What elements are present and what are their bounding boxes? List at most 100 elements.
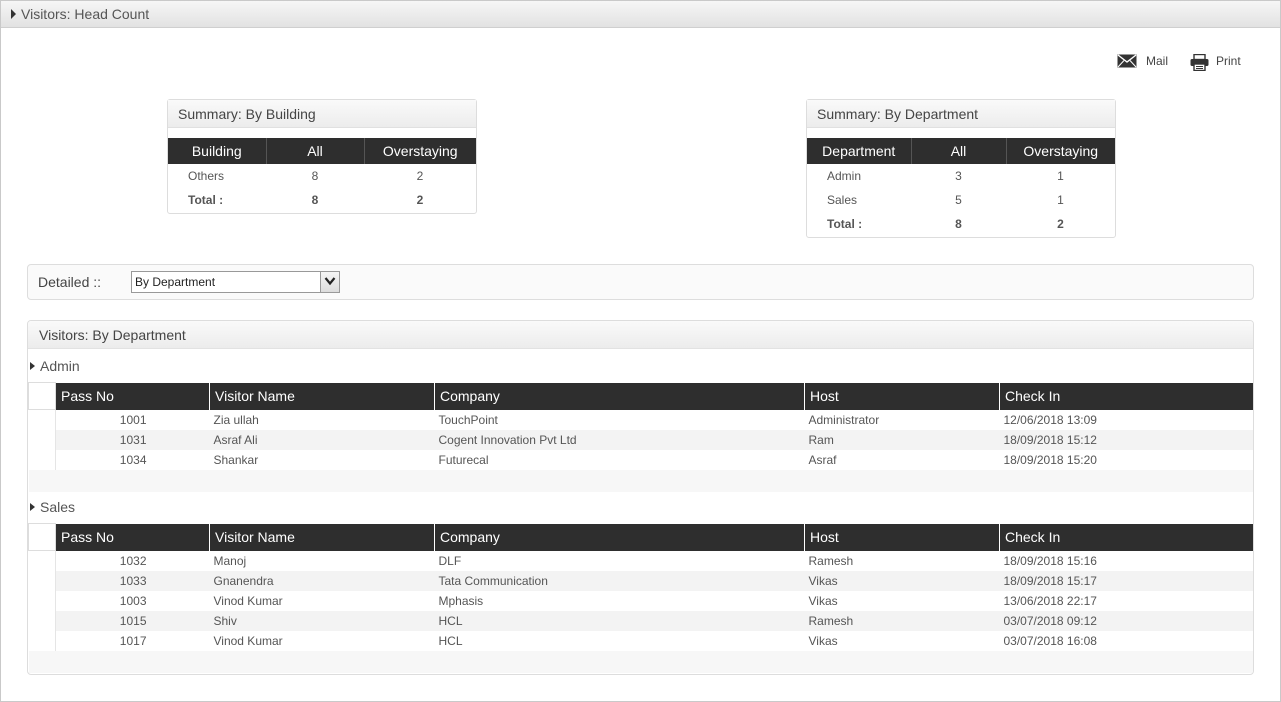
window-title: Visitors: Head Count (21, 6, 150, 22)
column-header[interactable]: Check In (999, 523, 1253, 551)
mail-label: Mail (1146, 54, 1169, 68)
row-selector[interactable] (28, 570, 56, 591)
host: Administrator (808, 412, 880, 427)
column-header[interactable]: Building (168, 138, 267, 164)
visitor-name: Asraf Ali (209, 429, 435, 450)
visitor-name: Shankar (213, 452, 259, 467)
table-row[interactable]: 1003 Vinod Kumar Mphasis Vikas 13/06/201… (28, 590, 1254, 611)
total-overstaying: 2 (416, 193, 424, 207)
row-selector[interactable] (28, 409, 56, 430)
table-footer-spacer (28, 650, 1253, 673)
visitor-name: Gnanendra (209, 570, 435, 591)
column-header[interactable]: Company (434, 382, 805, 410)
summary-row: Admin 3 1 (807, 164, 1115, 188)
row-selector-header (28, 382, 56, 410)
company: Mphasis (438, 593, 484, 608)
expand-arrow-icon[interactable] (11, 9, 16, 19)
table-row[interactable]: 1017 Vinod Kumar HCL Vikas 03/07/2018 16… (28, 630, 1254, 651)
summary-department-title: Summary: By Department (807, 100, 1115, 128)
column-header[interactable]: Department (807, 138, 912, 164)
visitor-name: Manoj (213, 553, 247, 568)
table-row[interactable]: 1031 Asraf Ali Cogent Innovation Pvt Ltd… (28, 429, 1253, 450)
column-header[interactable]: Host (804, 382, 1000, 410)
print-button[interactable]: Print (1190, 53, 1246, 72)
row-selector[interactable] (28, 610, 56, 631)
collapse-arrow-icon (30, 362, 35, 370)
row-selector[interactable] (28, 590, 56, 611)
row-selector[interactable] (28, 449, 56, 470)
overstaying-count: 1 (1057, 169, 1064, 183)
column-header[interactable]: All (266, 138, 365, 164)
company: Tata Communication (434, 570, 805, 591)
host: Ramesh (808, 553, 854, 568)
check-in: 18/09/2018 15:16 (1003, 553, 1097, 568)
dropdown-button[interactable] (320, 272, 339, 292)
detailed-select-value: By Department (135, 275, 216, 289)
sales-visitors-table: Pass No Visitor Name Company Host Check … (28, 523, 1254, 673)
table-footer-spacer (28, 469, 1253, 492)
table-row[interactable]: 1034 Shankar Futurecal Asraf 18/09/2018 … (28, 449, 1254, 470)
all-count: 5 (955, 193, 962, 207)
building-name: Others (188, 169, 225, 183)
all-count: 8 (311, 169, 319, 183)
mail-icon (1117, 54, 1137, 71)
column-header[interactable]: All (911, 138, 1007, 164)
table-row[interactable]: 1033 Gnanendra Tata Communication Vikas … (28, 570, 1253, 591)
row-selector-header (28, 523, 56, 551)
group-name: Admin (40, 358, 80, 374)
visitor-name: Vinod Kumar (213, 633, 283, 648)
summary-building-title: Summary: By Building (168, 100, 476, 128)
host: Vikas (808, 593, 838, 608)
column-header[interactable]: Overstaying (1006, 138, 1115, 164)
column-header[interactable]: Company (434, 523, 805, 551)
company: HCL (434, 610, 805, 631)
row-selector[interactable] (28, 630, 56, 651)
column-header[interactable]: Pass No (55, 382, 210, 410)
summary-department-table: Department All Overstaying Admin 3 1 Sal… (807, 138, 1115, 236)
summary-row: Others 8 2 (168, 164, 476, 188)
column-header[interactable]: Overstaying (364, 138, 476, 164)
row-selector[interactable] (28, 429, 56, 450)
summary-by-building-panel: Summary: By Building Building All Overst… (167, 99, 477, 214)
total-label: Total : (188, 193, 224, 207)
visitors-panel-title: Visitors: By Department (28, 321, 1253, 349)
total-all: 8 (311, 193, 319, 207)
company: HCL (438, 633, 463, 648)
column-header[interactable]: Visitor Name (209, 382, 435, 410)
host: Vikas (808, 633, 838, 648)
row-selector[interactable] (28, 550, 56, 571)
column-header[interactable]: Pass No (55, 523, 210, 551)
check-in: 12/06/2018 13:09 (1003, 412, 1097, 427)
company: TouchPoint (438, 412, 498, 427)
host: Asraf (808, 452, 837, 467)
pass-no: 1032 (119, 553, 147, 568)
summary-total-row: Total : 8 2 (807, 212, 1115, 236)
pass-no: 1003 (119, 593, 147, 608)
visitor-name: Shiv (209, 610, 435, 631)
department-name: Sales (827, 193, 858, 207)
overstaying-count: 2 (416, 169, 424, 183)
summary-total-row: Total : 8 2 (168, 188, 476, 212)
table-row[interactable]: 1001 Zia ullah TouchPoint Administrator … (28, 409, 1254, 430)
head-count-window: Visitors: Head Count Mail Print Summary:… (0, 0, 1281, 702)
table-row[interactable]: 1032 Manoj DLF Ramesh 18/09/2018 15:16 (28, 550, 1254, 571)
pass-no: 1031 (55, 429, 210, 450)
summary-by-department-panel: Summary: By Department Department All Ov… (806, 99, 1116, 238)
check-in: 03/07/2018 09:12 (999, 610, 1253, 631)
column-header[interactable]: Check In (999, 382, 1253, 410)
mail-button[interactable]: Mail (1117, 53, 1173, 71)
admin-visitors-table: Pass No Visitor Name Company Host Check … (28, 382, 1254, 492)
host: Ram (804, 429, 1000, 450)
check-in: 18/09/2018 15:12 (999, 429, 1253, 450)
table-row[interactable]: 1015 Shiv HCL Ramesh 03/07/2018 09:12 (28, 610, 1253, 631)
detailed-filter-bar: Detailed :: By Department (27, 264, 1254, 300)
column-header[interactable]: Host (804, 523, 1000, 551)
check-in: 18/09/2018 15:17 (999, 570, 1253, 591)
column-header[interactable]: Visitor Name (209, 523, 435, 551)
host: Vikas (804, 570, 1000, 591)
window-titlebar[interactable]: Visitors: Head Count (1, 1, 1280, 28)
check-in: 03/07/2018 16:08 (1003, 633, 1097, 648)
total-overstaying: 2 (1057, 217, 1064, 231)
detailed-select[interactable]: By Department (131, 271, 340, 293)
check-in: 13/06/2018 22:17 (1003, 593, 1097, 608)
